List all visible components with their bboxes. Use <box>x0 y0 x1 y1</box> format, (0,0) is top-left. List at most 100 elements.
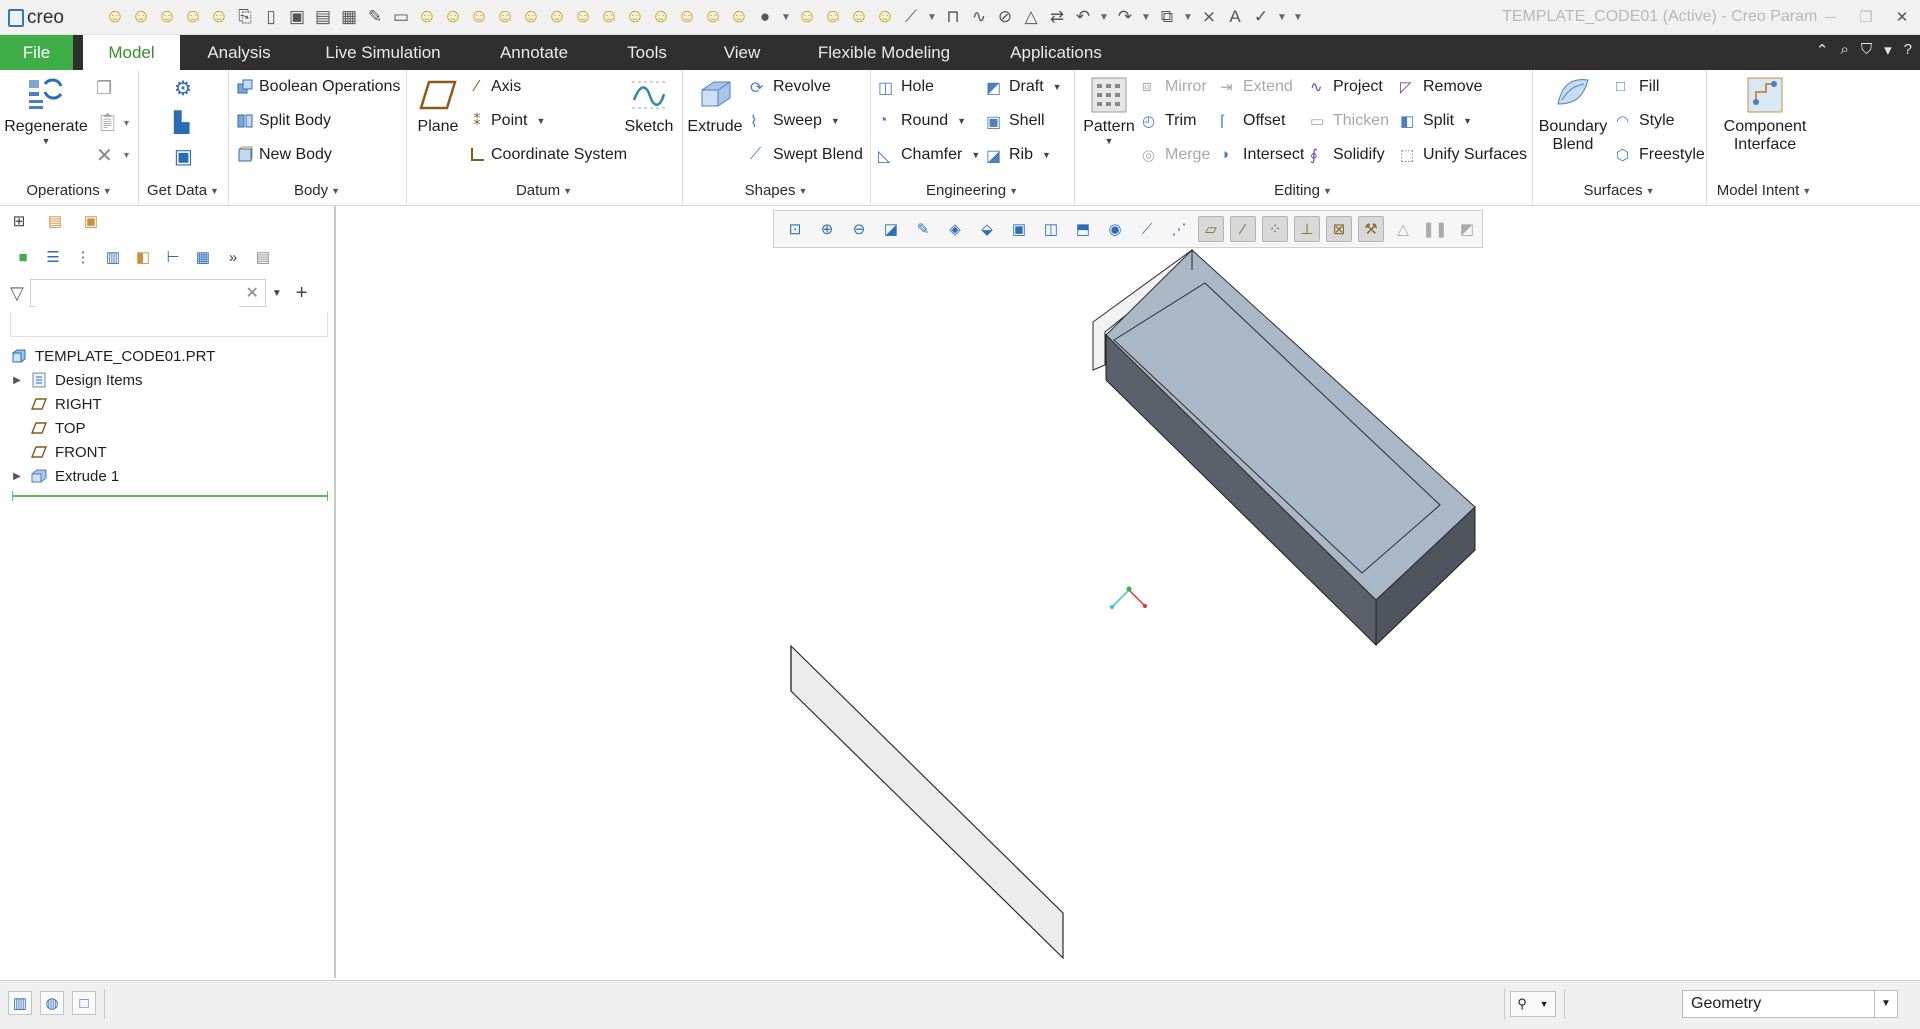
full-screen-icon[interactable]: □ <box>72 991 96 1015</box>
tab-annotate[interactable]: Annotate <box>456 35 612 70</box>
boolean-operations-button[interactable]: Boolean Operations <box>236 73 400 101</box>
tree-list-icon[interactable]: ☰ <box>42 246 64 268</box>
tab-tools[interactable]: Tools <box>614 35 680 70</box>
shell-button[interactable]: ▣ Shell <box>986 107 1045 135</box>
smiley-icon[interactable]: ☺ <box>520 6 542 28</box>
zoom-in-icon[interactable]: ⊕ <box>814 216 840 242</box>
smiley-icon[interactable]: ☺ <box>822 6 844 28</box>
delete-icon[interactable]: ✕ <box>96 143 113 168</box>
shapes-group-label[interactable]: Shapes ▼ <box>682 182 870 199</box>
smiley-icon[interactable]: ☺ <box>130 6 152 28</box>
tab-model[interactable]: Model <box>83 35 180 70</box>
fill-button[interactable]: □ Fill <box>1616 73 1659 101</box>
regenerate-dropdown-icon[interactable]: ▼ <box>4 136 88 146</box>
search-icon[interactable]: ⌕ <box>1840 41 1848 59</box>
chevron-down-icon[interactable]: ▼ <box>1874 991 1897 1017</box>
restore-icon[interactable]: ❐ <box>1848 0 1884 34</box>
dimension-icon[interactable]: ⊓ <box>942 6 964 28</box>
annotation-filter-icon[interactable]: ⚒ <box>1358 216 1384 242</box>
smiley-icon[interactable]: ☺ <box>494 6 516 28</box>
add-filter-icon[interactable]: + <box>296 282 308 305</box>
tab-view[interactable]: View <box>710 35 774 70</box>
tree-columns-icon[interactable]: ▥ <box>102 246 124 268</box>
smiley-icon[interactable]: ☺ <box>874 6 896 28</box>
extend-button[interactable]: ⇥ Extend <box>1220 73 1293 101</box>
browser-toggle-icon[interactable]: ◍ <box>40 991 64 1015</box>
csys-display-icon[interactable]: ⊥ <box>1294 216 1320 242</box>
orient-mode-icon[interactable]: ⬒ <box>1070 216 1096 242</box>
chamfer-button[interactable]: ◺ Chamfer ▼ <box>878 141 980 169</box>
tab-file[interactable]: File <box>0 35 73 70</box>
saved-orientations-icon[interactable]: ⬙ <box>974 216 1000 242</box>
appearance-sphere-icon[interactable]: ● <box>754 6 776 28</box>
curve-icon[interactable]: ∿ <box>968 6 990 28</box>
tree-item-design-items[interactable]: ▶ Design Items <box>10 368 330 392</box>
offset-button[interactable]: ⌈ Offset <box>1220 107 1285 135</box>
refit-icon[interactable]: ⊡ <box>782 216 808 242</box>
customize-qat-icon[interactable]: ▼ <box>1292 6 1304 28</box>
remove-button[interactable]: ◸ Remove <box>1400 73 1483 101</box>
favorites-tab-icon[interactable]: ▣ <box>80 210 102 232</box>
axis-button[interactable]: ⁄ Axis <box>468 73 522 101</box>
smiley-icon[interactable]: ☺ <box>442 6 464 28</box>
open-file-icon[interactable]: ⎘ <box>234 6 256 28</box>
document-icon[interactable]: ▤ <box>252 246 274 268</box>
copy-geometry-icon[interactable]: ▙ <box>174 110 189 135</box>
smiley-icon[interactable]: ☺ <box>156 6 178 28</box>
measure-icon[interactable]: ⟋ <box>900 6 922 28</box>
edit-icon[interactable]: ✎ <box>364 6 386 28</box>
minimize-ribbon-icon[interactable]: ⌃ <box>1816 41 1829 59</box>
tab-flexible-modeling[interactable]: Flexible Modeling <box>806 35 962 70</box>
find-dropdown-icon[interactable]: ▼ <box>1540 999 1549 1009</box>
chevron-down-icon[interactable]: ▾ <box>1884 41 1892 59</box>
minimize-icon[interactable]: ─ <box>1812 0 1848 34</box>
body-group-label[interactable]: Body ▼ <box>228 182 406 199</box>
dropdown-arrow-icon[interactable]: ▼ <box>1140 6 1152 28</box>
navigator-toggle-icon[interactable]: ▥ <box>8 991 32 1015</box>
tree-search-input[interactable] <box>34 281 239 307</box>
split-dropdown-icon[interactable]: ▼ <box>1463 116 1472 126</box>
extrude-1-body[interactable] <box>1092 249 1476 647</box>
more-icon[interactable]: » <box>222 246 244 268</box>
regenerate-button[interactable]: Regenerate ▼ <box>4 74 88 146</box>
folder-browser-tab-icon[interactable]: ▤ <box>44 210 66 232</box>
split-body-button[interactable]: Split Body <box>236 107 331 135</box>
round-button[interactable]: ◔ Round ▼ <box>878 107 966 135</box>
rib-button[interactable]: ◪ Rib ▼ <box>986 141 1051 169</box>
find-button[interactable]: ⚲ ▼ <box>1510 991 1556 1017</box>
windows-icon[interactable]: ⧉ <box>1156 6 1178 28</box>
smiley-icon[interactable]: ☺ <box>546 6 568 28</box>
expand-arrow-icon[interactable]: ▶ <box>10 471 24 482</box>
redo-icon[interactable]: ↷ <box>1114 6 1136 28</box>
selection-filter-select[interactable]: Geometry ▼ <box>1682 990 1898 1018</box>
smiley-icon[interactable]: ☺ <box>468 6 490 28</box>
swept-blend-button[interactable]: ⟋ Swept Blend <box>750 141 863 169</box>
graphics-window[interactable] <box>336 206 1920 978</box>
dropdown-arrow-icon[interactable]: ▼ <box>1182 6 1194 28</box>
dropdown-arrow-icon[interactable]: ▼ <box>1098 6 1110 28</box>
print-icon[interactable]: ▦ <box>338 6 360 28</box>
pause-icon[interactable]: ❚❚ <box>1422 216 1448 242</box>
trim-button[interactable]: ◴ Trim <box>1142 107 1196 135</box>
regen-pause-icon[interactable]: ◩ <box>1454 216 1480 242</box>
sweep-button[interactable]: ⌇ Sweep ▼ <box>750 107 840 135</box>
graduation-cap-icon[interactable]: ⛉ <box>1861 41 1872 59</box>
tab-live-simulation[interactable]: Live Simulation <box>312 35 454 70</box>
dropdown-arrow-icon[interactable]: ▼ <box>926 6 938 28</box>
user-defined-feature-icon[interactable]: ⚙ <box>174 76 192 101</box>
tree-item-extrude-1[interactable]: ▶ Extrude 1 <box>10 464 330 488</box>
search-options-dropdown-icon[interactable]: ▼ <box>272 288 282 299</box>
round-dropdown-icon[interactable]: ▼ <box>957 116 966 126</box>
tab-analysis[interactable]: Analysis <box>196 35 282 70</box>
copy-icon[interactable]: ❐ <box>96 78 112 99</box>
shrinkwrap-icon[interactable]: ▣ <box>174 144 193 169</box>
merge-button[interactable]: ◎ Merge <box>1142 141 1210 169</box>
help-icon[interactable]: ? <box>1904 41 1912 59</box>
project-button[interactable]: ∿ Project <box>1310 73 1383 101</box>
chamfer-dropdown-icon[interactable]: ▼ <box>971 150 980 160</box>
draft-dropdown-icon[interactable]: ▼ <box>1053 82 1062 92</box>
split-button[interactable]: ◧ Split ▼ <box>1400 107 1472 135</box>
tree-expand-icon[interactable]: ⋮ <box>72 246 94 268</box>
boundary-blend-button[interactable]: Boundary Blend <box>1536 74 1610 154</box>
smiley-icon[interactable]: ☺ <box>572 6 594 28</box>
